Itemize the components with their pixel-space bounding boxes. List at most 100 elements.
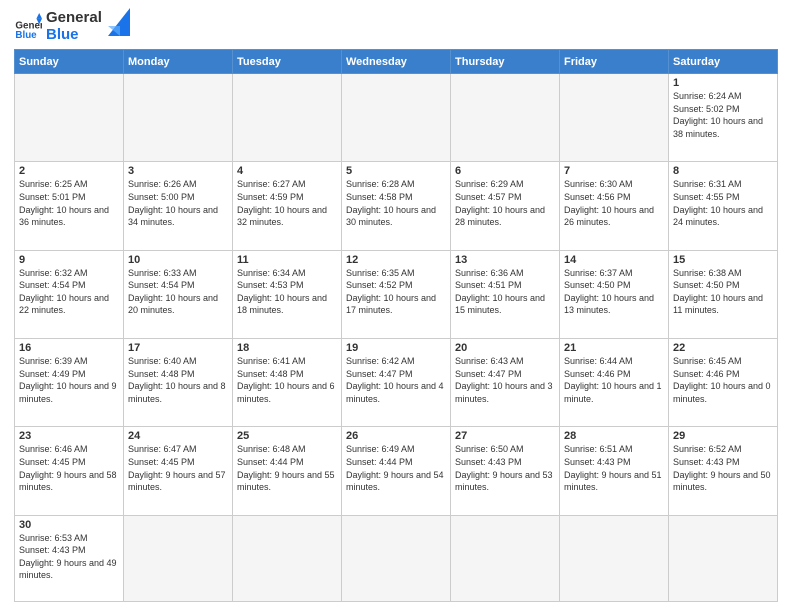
calendar-day-cell: 7Sunrise: 6:30 AM Sunset: 4:56 PM Daylig… bbox=[560, 162, 669, 250]
day-info: Sunrise: 6:50 AM Sunset: 4:43 PM Dayligh… bbox=[455, 443, 555, 493]
calendar-table: SundayMondayTuesdayWednesdayThursdayFrid… bbox=[14, 49, 778, 602]
day-number: 17 bbox=[128, 342, 228, 354]
day-info: Sunrise: 6:35 AM Sunset: 4:52 PM Dayligh… bbox=[346, 267, 446, 317]
day-info: Sunrise: 6:48 AM Sunset: 4:44 PM Dayligh… bbox=[237, 443, 337, 493]
calendar-day-cell bbox=[124, 515, 233, 601]
calendar-day-cell: 27Sunrise: 6:50 AM Sunset: 4:43 PM Dayli… bbox=[451, 427, 560, 515]
calendar-day-cell: 11Sunrise: 6:34 AM Sunset: 4:53 PM Dayli… bbox=[233, 250, 342, 338]
day-info: Sunrise: 6:28 AM Sunset: 4:58 PM Dayligh… bbox=[346, 178, 446, 228]
day-info: Sunrise: 6:25 AM Sunset: 5:01 PM Dayligh… bbox=[19, 178, 119, 228]
calendar-day-cell bbox=[669, 515, 778, 601]
calendar-day-cell: 13Sunrise: 6:36 AM Sunset: 4:51 PM Dayli… bbox=[451, 250, 560, 338]
day-info: Sunrise: 6:40 AM Sunset: 4:48 PM Dayligh… bbox=[128, 355, 228, 405]
day-info: Sunrise: 6:37 AM Sunset: 4:50 PM Dayligh… bbox=[564, 267, 664, 317]
calendar-day-cell: 30Sunrise: 6:53 AM Sunset: 4:43 PM Dayli… bbox=[15, 515, 124, 601]
day-number: 11 bbox=[237, 254, 337, 266]
calendar-day-header: Thursday bbox=[451, 50, 560, 74]
day-number: 6 bbox=[455, 165, 555, 177]
calendar-day-cell: 16Sunrise: 6:39 AM Sunset: 4:49 PM Dayli… bbox=[15, 338, 124, 426]
day-info: Sunrise: 6:43 AM Sunset: 4:47 PM Dayligh… bbox=[455, 355, 555, 405]
calendar-day-cell: 19Sunrise: 6:42 AM Sunset: 4:47 PM Dayli… bbox=[342, 338, 451, 426]
logo-general-text: General bbox=[46, 10, 102, 27]
day-number: 13 bbox=[455, 254, 555, 266]
calendar-day-cell: 26Sunrise: 6:49 AM Sunset: 4:44 PM Dayli… bbox=[342, 427, 451, 515]
calendar-day-header: Friday bbox=[560, 50, 669, 74]
day-info: Sunrise: 6:36 AM Sunset: 4:51 PM Dayligh… bbox=[455, 267, 555, 317]
day-number: 7 bbox=[564, 165, 664, 177]
day-info: Sunrise: 6:44 AM Sunset: 4:46 PM Dayligh… bbox=[564, 355, 664, 405]
day-number: 19 bbox=[346, 342, 446, 354]
calendar-week-row: 23Sunrise: 6:46 AM Sunset: 4:45 PM Dayli… bbox=[15, 427, 778, 515]
calendar-day-cell bbox=[560, 515, 669, 601]
calendar-day-cell: 17Sunrise: 6:40 AM Sunset: 4:48 PM Dayli… bbox=[124, 338, 233, 426]
calendar-day-cell: 10Sunrise: 6:33 AM Sunset: 4:54 PM Dayli… bbox=[124, 250, 233, 338]
day-number: 26 bbox=[346, 430, 446, 442]
day-info: Sunrise: 6:52 AM Sunset: 4:43 PM Dayligh… bbox=[673, 443, 773, 493]
day-number: 28 bbox=[564, 430, 664, 442]
day-number: 15 bbox=[673, 254, 773, 266]
day-number: 8 bbox=[673, 165, 773, 177]
day-number: 25 bbox=[237, 430, 337, 442]
day-info: Sunrise: 6:26 AM Sunset: 5:00 PM Dayligh… bbox=[128, 178, 228, 228]
day-number: 27 bbox=[455, 430, 555, 442]
page: General Blue General Blue SundayMondayTu… bbox=[0, 0, 792, 612]
day-number: 5 bbox=[346, 165, 446, 177]
calendar-day-header: Sunday bbox=[15, 50, 124, 74]
calendar-day-cell bbox=[451, 74, 560, 162]
day-info: Sunrise: 6:33 AM Sunset: 4:54 PM Dayligh… bbox=[128, 267, 228, 317]
day-info: Sunrise: 6:27 AM Sunset: 4:59 PM Dayligh… bbox=[237, 178, 337, 228]
calendar-week-row: 2Sunrise: 6:25 AM Sunset: 5:01 PM Daylig… bbox=[15, 162, 778, 250]
day-number: 30 bbox=[19, 519, 119, 531]
calendar-day-cell: 18Sunrise: 6:41 AM Sunset: 4:48 PM Dayli… bbox=[233, 338, 342, 426]
day-number: 2 bbox=[19, 165, 119, 177]
day-number: 29 bbox=[673, 430, 773, 442]
calendar-day-cell: 15Sunrise: 6:38 AM Sunset: 4:50 PM Dayli… bbox=[669, 250, 778, 338]
day-number: 24 bbox=[128, 430, 228, 442]
day-info: Sunrise: 6:45 AM Sunset: 4:46 PM Dayligh… bbox=[673, 355, 773, 405]
day-info: Sunrise: 6:39 AM Sunset: 4:49 PM Dayligh… bbox=[19, 355, 119, 405]
logo-icon: General Blue bbox=[14, 13, 42, 41]
calendar-header-row: SundayMondayTuesdayWednesdayThursdayFrid… bbox=[15, 50, 778, 74]
calendar-day-cell: 20Sunrise: 6:43 AM Sunset: 4:47 PM Dayli… bbox=[451, 338, 560, 426]
calendar-day-cell: 8Sunrise: 6:31 AM Sunset: 4:55 PM Daylig… bbox=[669, 162, 778, 250]
calendar-day-cell bbox=[15, 74, 124, 162]
day-info: Sunrise: 6:24 AM Sunset: 5:02 PM Dayligh… bbox=[673, 90, 773, 140]
day-number: 18 bbox=[237, 342, 337, 354]
calendar-day-header: Saturday bbox=[669, 50, 778, 74]
calendar-day-cell bbox=[342, 74, 451, 162]
calendar-day-cell: 2Sunrise: 6:25 AM Sunset: 5:01 PM Daylig… bbox=[15, 162, 124, 250]
logo: General Blue General Blue bbox=[14, 10, 130, 43]
calendar-day-cell: 14Sunrise: 6:37 AM Sunset: 4:50 PM Dayli… bbox=[560, 250, 669, 338]
calendar-day-cell: 24Sunrise: 6:47 AM Sunset: 4:45 PM Dayli… bbox=[124, 427, 233, 515]
day-info: Sunrise: 6:30 AM Sunset: 4:56 PM Dayligh… bbox=[564, 178, 664, 228]
day-number: 22 bbox=[673, 342, 773, 354]
calendar-day-cell bbox=[560, 74, 669, 162]
calendar-day-cell: 1Sunrise: 6:24 AM Sunset: 5:02 PM Daylig… bbox=[669, 74, 778, 162]
calendar-day-cell: 12Sunrise: 6:35 AM Sunset: 4:52 PM Dayli… bbox=[342, 250, 451, 338]
calendar-day-cell bbox=[233, 515, 342, 601]
calendar-day-header: Wednesday bbox=[342, 50, 451, 74]
logo-triangle-icon bbox=[108, 8, 130, 36]
day-info: Sunrise: 6:46 AM Sunset: 4:45 PM Dayligh… bbox=[19, 443, 119, 493]
day-number: 23 bbox=[19, 430, 119, 442]
day-number: 16 bbox=[19, 342, 119, 354]
day-number: 10 bbox=[128, 254, 228, 266]
logo-blue-text: Blue bbox=[46, 27, 102, 44]
day-number: 20 bbox=[455, 342, 555, 354]
calendar-day-cell: 28Sunrise: 6:51 AM Sunset: 4:43 PM Dayli… bbox=[560, 427, 669, 515]
day-info: Sunrise: 6:31 AM Sunset: 4:55 PM Dayligh… bbox=[673, 178, 773, 228]
calendar-day-cell: 21Sunrise: 6:44 AM Sunset: 4:46 PM Dayli… bbox=[560, 338, 669, 426]
day-number: 21 bbox=[564, 342, 664, 354]
day-number: 3 bbox=[128, 165, 228, 177]
calendar-day-cell: 25Sunrise: 6:48 AM Sunset: 4:44 PM Dayli… bbox=[233, 427, 342, 515]
calendar-week-row: 16Sunrise: 6:39 AM Sunset: 4:49 PM Dayli… bbox=[15, 338, 778, 426]
calendar-day-cell: 5Sunrise: 6:28 AM Sunset: 4:58 PM Daylig… bbox=[342, 162, 451, 250]
calendar-day-cell: 4Sunrise: 6:27 AM Sunset: 4:59 PM Daylig… bbox=[233, 162, 342, 250]
calendar-day-cell bbox=[124, 74, 233, 162]
svg-text:Blue: Blue bbox=[15, 30, 37, 41]
calendar-day-cell: 22Sunrise: 6:45 AM Sunset: 4:46 PM Dayli… bbox=[669, 338, 778, 426]
calendar-day-cell: 29Sunrise: 6:52 AM Sunset: 4:43 PM Dayli… bbox=[669, 427, 778, 515]
day-number: 4 bbox=[237, 165, 337, 177]
calendar-day-cell bbox=[342, 515, 451, 601]
day-info: Sunrise: 6:29 AM Sunset: 4:57 PM Dayligh… bbox=[455, 178, 555, 228]
